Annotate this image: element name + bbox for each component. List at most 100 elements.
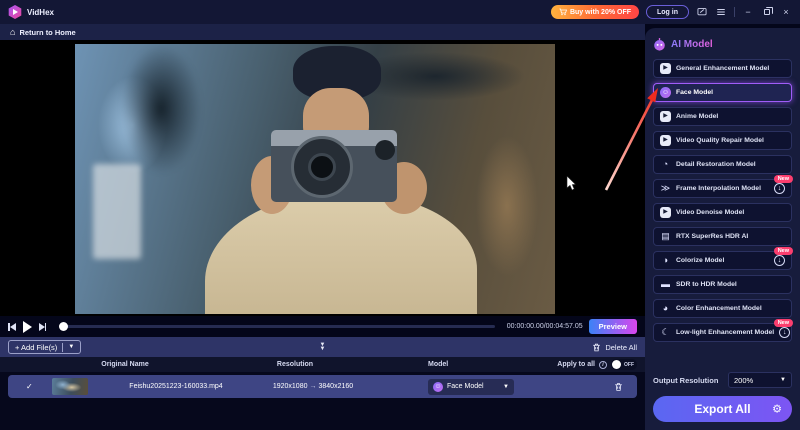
collapse-panel-button[interactable]: ▼ ▼ xyxy=(320,342,326,352)
model-label: Video Quality Repair Model xyxy=(676,137,764,144)
vidhex-window: VidHex Buy with 20% OFF Log in − × ⌂ Ret… xyxy=(0,0,800,430)
file-resolution: 1920x1080 → 3840x2160 xyxy=(272,383,354,390)
ai-model-panel: AI Model ▶ General Enhancement Model ☺ Face… xyxy=(645,28,800,430)
panel-title: AI Model xyxy=(671,39,713,50)
colorize-icon: ◑ xyxy=(662,255,669,265)
row-checkbox[interactable]: ✓ xyxy=(26,382,33,391)
download-icon[interactable]: ↓ xyxy=(774,255,785,266)
table-row[interactable]: ✓ Feishu20251223-160033.mp4 1920x1080 → 3840… xyxy=(8,375,637,398)
next-frame-button[interactable] xyxy=(38,322,46,331)
output-resolution-select[interactable]: 200% ▼ xyxy=(728,372,792,388)
robot-icon xyxy=(654,38,665,51)
maximize-button[interactable] xyxy=(761,6,773,18)
file-table-body: ✓ Feishu20251223-160033.mp4 1920x1080 → 3840… xyxy=(0,372,645,430)
model-label: General Enhancement Model xyxy=(676,65,770,72)
file-name: Feishu20251223-160033.mp4 xyxy=(129,383,223,390)
detail-restoration-icon: ◔ xyxy=(662,159,669,169)
add-files-button[interactable]: + Add File(s) ▼ xyxy=(8,340,82,354)
model-low-light-enhancement-model[interactable]: ☾ Low-light Enhancement Model ↓ New xyxy=(653,319,793,342)
model-label: Face Model xyxy=(676,89,714,96)
model-frame-interpolation-model[interactable]: ≫ Frame Interpolation Model ↓ New xyxy=(653,175,793,198)
row-model-select[interactable]: ☺ Face Model ▼ xyxy=(428,378,514,395)
model-general-enhancement-model[interactable]: ▶ General Enhancement Model xyxy=(653,59,792,78)
menu-icon[interactable] xyxy=(715,6,727,18)
row-delete-button[interactable] xyxy=(614,382,623,392)
info-icon[interactable]: i xyxy=(599,360,607,369)
person-jacket xyxy=(205,194,477,314)
app-logo-icon xyxy=(8,5,22,19)
ai-model-header: AI Model xyxy=(653,38,792,51)
apply-to-all-toggle[interactable]: OFF xyxy=(611,359,637,370)
home-icon: ⌂ xyxy=(10,26,16,37)
new-badge: New xyxy=(773,175,793,184)
playback-controls: 00:00:00.00/00:04:57.05 Preview xyxy=(0,316,645,337)
model-video-quality-repair-model[interactable]: ▶ Video Quality Repair Model xyxy=(653,131,792,150)
video-enhance-icon: ▶ xyxy=(660,63,671,74)
model-label: Anime Model xyxy=(676,113,719,120)
model-colorize-model[interactable]: ◑ Colorize Model ↓ New xyxy=(653,247,793,270)
titlebar: VidHex Buy with 20% OFF Log in − × xyxy=(0,0,800,24)
buy-button[interactable]: Buy with 20% OFF xyxy=(550,5,639,19)
model-rtx-superres-hdr-ai[interactable]: ▤ RTX SuperRes HDR AI xyxy=(653,227,792,246)
return-home-bar[interactable]: ⌂ Return to Home xyxy=(0,24,645,40)
timecode: 00:00:00.00/00:04:57.05 xyxy=(506,323,583,330)
face-icon: ☺ xyxy=(660,87,671,98)
titlebar-actions: Buy with 20% OFF Log in − × xyxy=(550,5,792,19)
frame-interpolation-icon: ≫ xyxy=(660,183,671,193)
feedback-icon[interactable] xyxy=(696,6,708,18)
output-resolution-row: Output Resolution 200% ▼ xyxy=(653,372,792,388)
model-label: Frame Interpolation Model xyxy=(676,185,761,192)
seek-slider[interactable] xyxy=(59,322,495,331)
trash-icon xyxy=(615,382,622,391)
maximize-icon xyxy=(764,7,773,15)
model-label: Color Enhancement Model xyxy=(676,305,762,312)
video-preview[interactable] xyxy=(75,44,555,314)
close-button[interactable]: × xyxy=(780,6,792,18)
export-all-button[interactable]: Export All ⚙ xyxy=(653,396,792,422)
model-anime-model[interactable]: ▶ Anime Model xyxy=(653,107,792,126)
new-badge: New xyxy=(773,319,793,328)
play-button[interactable] xyxy=(22,320,32,333)
rtx-icon: ▤ xyxy=(661,231,670,241)
model-color-enhancement-model[interactable]: ◕ Color Enhancement Model xyxy=(653,299,792,318)
low-light-icon: ☾ xyxy=(661,327,670,337)
buy-button-label: Buy with 20% OFF xyxy=(569,8,631,16)
panel-footer: Output Resolution 200% ▼ Export All ⚙ xyxy=(653,372,792,422)
output-resolution-value: 200% xyxy=(734,375,754,385)
model-sdr-to-hdr-model[interactable]: ▬ SDR to HDR Model xyxy=(653,275,792,294)
toggle-state-label: OFF xyxy=(624,361,634,368)
download-icon[interactable]: ↓ xyxy=(774,183,785,194)
chevron-down-icon[interactable]: ▼ xyxy=(68,344,74,350)
export-all-label: Export All xyxy=(694,402,751,416)
file-toolbar: + Add File(s) ▼ ▼ ▼ Delete All xyxy=(0,337,645,357)
model-detail-restoration-model[interactable]: ◔ Detail Restoration Model xyxy=(653,155,792,174)
model-label: Detail Restoration Model xyxy=(676,161,756,168)
previous-frame-button[interactable] xyxy=(8,322,16,331)
gear-icon[interactable]: ⚙ xyxy=(772,403,782,416)
model-video-denoise-model[interactable]: ▶ Video Denoise Model xyxy=(653,203,792,222)
cart-icon xyxy=(559,8,567,16)
camera-viewfinder xyxy=(375,140,395,160)
login-button[interactable]: Log in xyxy=(646,5,689,19)
delete-all-button[interactable]: Delete All xyxy=(592,343,637,352)
background-building xyxy=(93,164,141,259)
delete-all-label: Delete All xyxy=(605,342,637,352)
model-label: SDR to HDR Model xyxy=(676,281,737,288)
preview-button[interactable]: Preview xyxy=(588,319,637,334)
column-resolution: Resolution xyxy=(276,361,314,368)
arrow-right-icon: → xyxy=(309,383,317,390)
chevron-down-icon: ▼ xyxy=(503,383,509,390)
button-divider xyxy=(62,342,64,352)
camera-lens-inner xyxy=(308,153,336,181)
chevron-down-icon: ▼ xyxy=(780,377,786,383)
video-repair-icon: ▶ xyxy=(660,135,671,146)
column-original-name: Original Name xyxy=(101,361,149,368)
model-face-model[interactable]: ☺ Face Model xyxy=(653,83,792,102)
anime-icon: ▶ xyxy=(660,111,671,122)
apply-to-all-label: Apply to all xyxy=(557,361,595,368)
minimize-button[interactable]: − xyxy=(742,6,754,18)
play-icon xyxy=(13,9,18,15)
video-stage: 00:00:00.00/00:04:57.05 Preview xyxy=(0,40,645,337)
download-icon[interactable]: ↓ xyxy=(779,327,791,338)
seek-handle[interactable] xyxy=(59,322,68,331)
